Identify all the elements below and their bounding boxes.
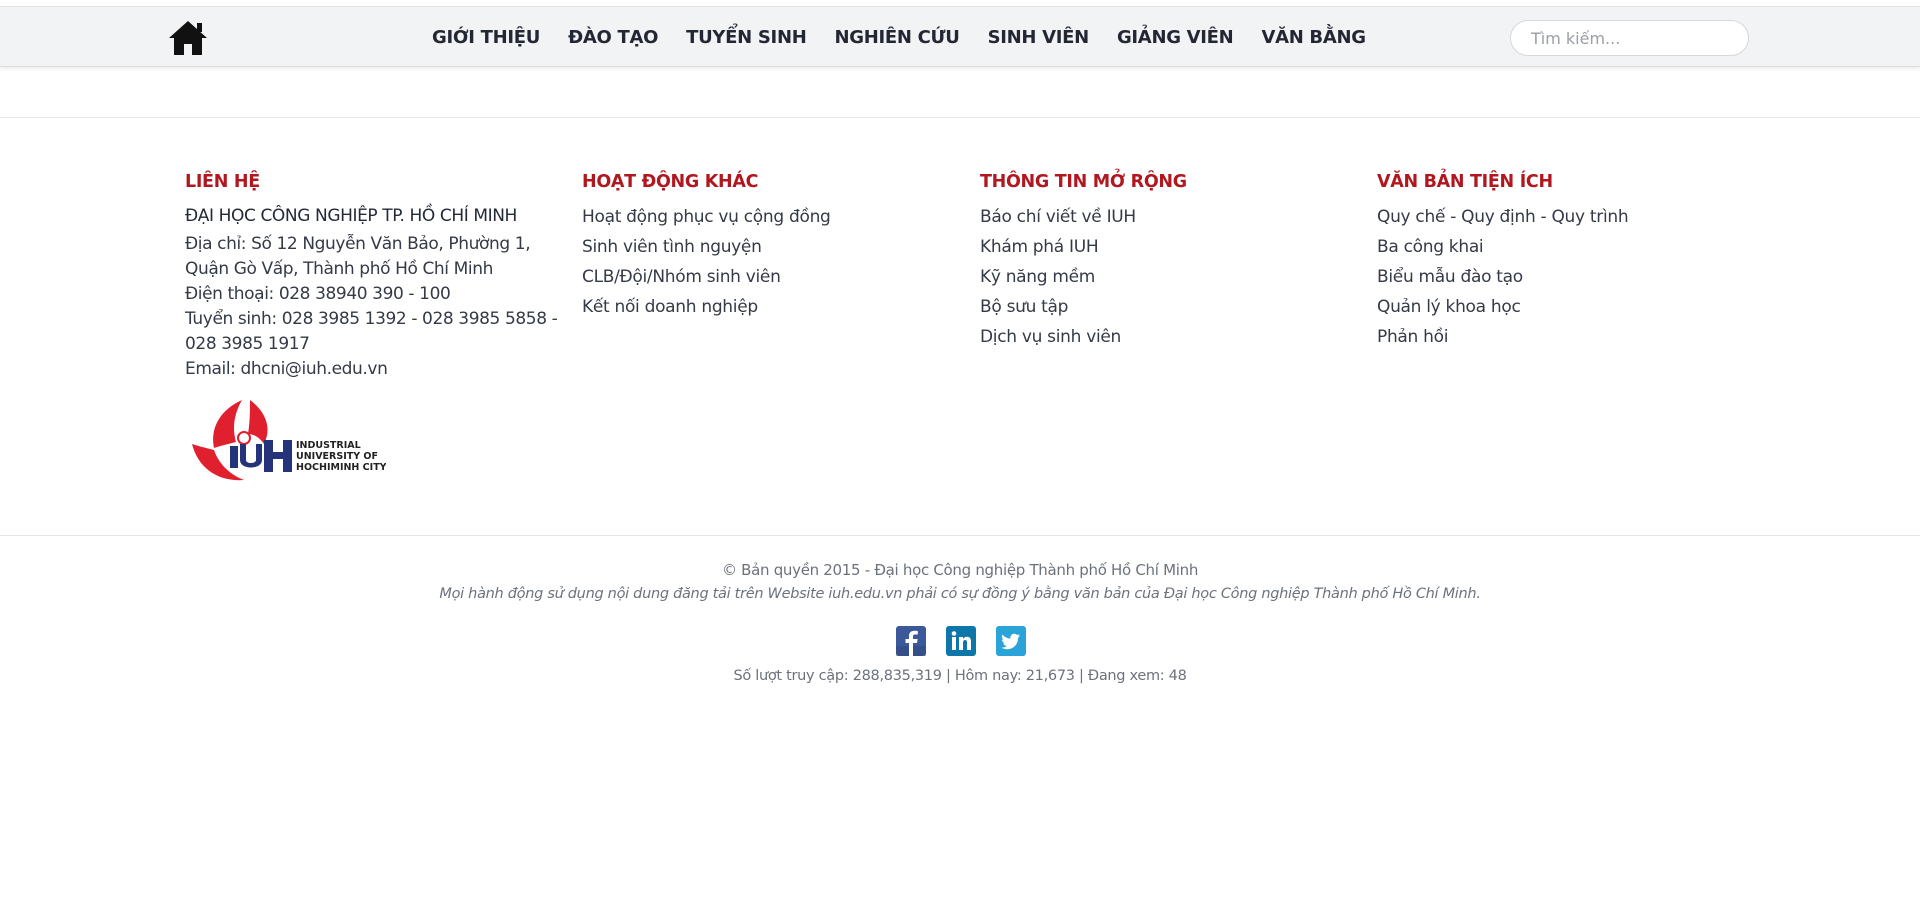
search-input[interactable]: [1510, 20, 1749, 56]
contact-title: LIÊN HỆ: [185, 172, 260, 192]
logo-text-line-3: HOCHIMINH CITY: [296, 462, 386, 473]
link-soft-skills[interactable]: Kỹ năng mềm: [980, 262, 1350, 292]
admission-phone-line-1: Tuyển sinh: 028 3985 1392 - 028 3985 585…: [185, 309, 558, 329]
visitor-stats: Số lượt truy cập: 288,835,319 | Hôm nay:…: [733, 668, 1187, 684]
phone-text: Điện thoại: 028 38940 390 - 100: [185, 284, 451, 304]
nav-item-gioi-thieu[interactable]: GIỚI THIỆU: [432, 27, 540, 48]
nav-item-van-bang[interactable]: VĂN BẰNG: [1261, 27, 1366, 48]
linkedin-icon: [946, 626, 976, 656]
link-business-connect[interactable]: Kết nối doanh nghiệp: [582, 292, 952, 322]
documents-title: VĂN BẢN TIỆN ÍCH: [1377, 172, 1553, 192]
footer-extended-info-column: THÔNG TIN MỞ RỘNG Báo chí viết về IUH Kh…: [980, 170, 1350, 352]
link-student-services[interactable]: Dịch vụ sinh viên: [980, 322, 1350, 352]
link-explore[interactable]: Khám phá IUH: [980, 232, 1350, 262]
logo-text-line-2: UNIVERSITY OF: [296, 451, 378, 462]
link-student-clubs[interactable]: CLB/Đội/Nhóm sinh viên: [582, 262, 952, 292]
facebook-link[interactable]: [896, 626, 926, 656]
footer-contact-column: LIÊN HỆ ĐẠI HỌC CÔNG NGHIỆP TP. HỒ CHÍ M…: [185, 170, 565, 382]
twitter-icon: [996, 626, 1026, 656]
link-community-service[interactable]: Hoạt động phục vụ cộng đồng: [582, 202, 952, 232]
copyright-text: © Bản quyền 2015 - Đại học Công nghiệp T…: [721, 561, 1199, 579]
footer-bottom-divider: [0, 535, 1920, 536]
footer-top-divider: [0, 117, 1920, 118]
link-volunteer[interactable]: Sinh viên tình nguyện: [582, 232, 952, 262]
link-science-management[interactable]: Quản lý khoa học: [1377, 292, 1747, 322]
main-navbar: GIỚI THIỆU ĐÀO TẠO TUYỂN SINH NGHIÊN CỨU…: [0, 7, 1920, 67]
nav-item-dao-tao[interactable]: ĐÀO TẠO: [568, 27, 658, 48]
documents-links: Quy chế - Quy định - Quy trình Ba công k…: [1377, 202, 1747, 352]
nav-item-giang-vien[interactable]: GIẢNG VIÊN: [1117, 27, 1234, 48]
email-text: Email: dhcni@iuh.edu.vn: [185, 359, 388, 379]
facebook-icon: [896, 626, 926, 656]
linkedin-link[interactable]: [946, 626, 976, 656]
link-three-publics[interactable]: Ba công khai: [1377, 232, 1747, 262]
link-training-forms[interactable]: Biểu mẫu đào tạo: [1377, 262, 1747, 292]
link-feedback[interactable]: Phản hồi: [1377, 322, 1747, 352]
link-press[interactable]: Báo chí viết về IUH: [980, 202, 1350, 232]
footer-documents-column: VĂN BẢN TIỆN ÍCH Quy chế - Quy định - Qu…: [1377, 170, 1747, 352]
other-activities-title: HOẠT ĐỘNG KHÁC: [582, 172, 759, 192]
footer-other-activities-column: HOẠT ĐỘNG KHÁC Hoạt động phục vụ cộng đồ…: [582, 170, 952, 322]
home-button[interactable]: [167, 19, 213, 59]
main-menu: GIỚI THIỆU ĐÀO TẠO TUYỂN SINH NGHIÊN CỨU…: [432, 7, 1366, 67]
logo-text-line-1: INDUSTRIAL: [296, 440, 361, 451]
link-collection[interactable]: Bộ sưu tập: [980, 292, 1350, 322]
usage-notice: Mọi hành động sử dụng nội dung đăng tải …: [439, 586, 1481, 602]
twitter-link[interactable]: [996, 626, 1026, 656]
nav-item-nghien-cuu[interactable]: NGHIÊN CỨU: [834, 27, 959, 48]
top-border: [0, 0, 1920, 7]
address-line-2: Quận Gò Vấp, Thành phố Hồ Chí Minh: [185, 259, 493, 279]
iuh-logo-image: INDUSTRIAL UNIVERSITY OF HOCHIMINH CITY: [192, 400, 387, 481]
social-links: [896, 626, 1026, 656]
home-icon: [169, 21, 207, 55]
other-activities-links: Hoạt động phục vụ cộng đồng Sinh viên tì…: [582, 202, 952, 322]
admission-phone-line-2: 028 3985 1917: [185, 334, 310, 354]
nav-item-sinh-vien[interactable]: SINH VIÊN: [988, 27, 1090, 48]
org-name: ĐẠI HỌC CÔNG NGHIỆP TP. HỒ CHÍ MINH: [185, 206, 517, 226]
extended-info-title: THÔNG TIN MỞ RỘNG: [980, 172, 1187, 192]
address-line-1: Địa chỉ: Số 12 Nguyễn Văn Bảo, Phường 1,: [185, 234, 531, 254]
nav-item-tuyen-sinh[interactable]: TUYỂN SINH: [686, 27, 807, 48]
link-regulations[interactable]: Quy chế - Quy định - Quy trình: [1377, 202, 1747, 232]
extended-info-links: Báo chí viết về IUH Khám phá IUH Kỹ năng…: [980, 202, 1350, 352]
iuh-logo: INDUSTRIAL UNIVERSITY OF HOCHIMINH CITY: [184, 398, 387, 484]
